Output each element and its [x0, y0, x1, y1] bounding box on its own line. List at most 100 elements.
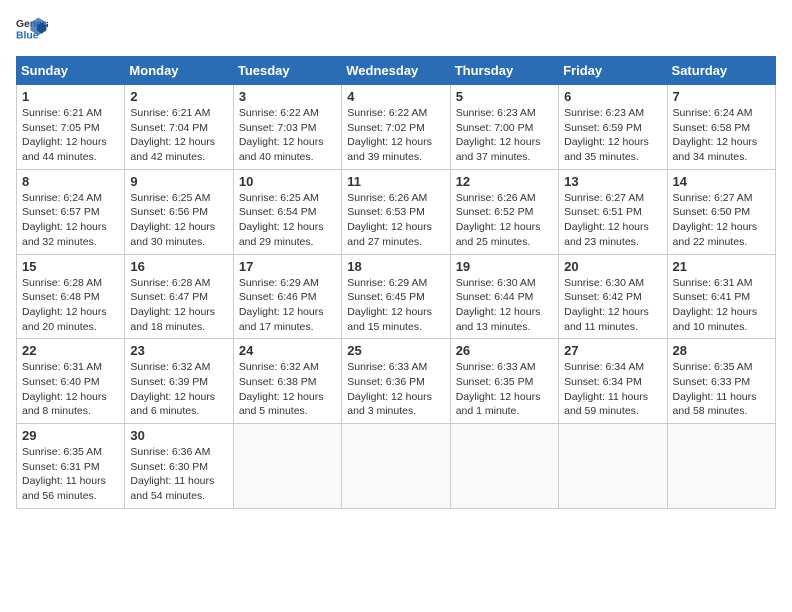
weekday-header-friday: Friday	[559, 57, 667, 85]
day-info: Sunrise: 6:32 AMSunset: 6:39 PMDaylight:…	[130, 360, 227, 419]
day-number: 29	[22, 428, 119, 443]
day-info: Sunrise: 6:29 AMSunset: 6:45 PMDaylight:…	[347, 276, 444, 335]
empty-cell	[342, 424, 450, 509]
day-number: 13	[564, 174, 661, 189]
day-number: 23	[130, 343, 227, 358]
day-cell-19: 19 Sunrise: 6:30 AMSunset: 6:44 PMDayligh…	[450, 254, 558, 339]
day-number: 6	[564, 89, 661, 104]
day-number: 11	[347, 174, 444, 189]
day-info: Sunrise: 6:34 AMSunset: 6:34 PMDaylight:…	[564, 360, 661, 419]
calendar-week-row: 1 Sunrise: 6:21 AMSunset: 7:05 PMDaylight…	[17, 85, 776, 170]
day-info: Sunrise: 6:33 AMSunset: 6:36 PMDaylight:…	[347, 360, 444, 419]
calendar-week-row: 8 Sunrise: 6:24 AMSunset: 6:57 PMDaylight…	[17, 169, 776, 254]
day-cell-11: 11Sunrise: 6:26 AMSunset: 6:53 PMDayligh…	[342, 169, 450, 254]
day-number: 25	[347, 343, 444, 358]
day-cell-21: 21 Sunrise: 6:31 AMSunset: 6:41 PMDayligh…	[667, 254, 775, 339]
day-cell-23: 23 Sunrise: 6:32 AMSunset: 6:39 PMDayligh…	[125, 339, 233, 424]
empty-cell	[450, 424, 558, 509]
day-cell-29: 29Sunrise: 6:35 AMSunset: 6:31 PMDayligh…	[17, 424, 125, 509]
day-number: 5	[456, 89, 553, 104]
day-info: Sunrise: 6:23 AMSunset: 6:59 PMDaylight:…	[564, 106, 661, 165]
day-info: Sunrise: 6:26 AMSunset: 6:52 PMDaylight:…	[456, 191, 553, 250]
day-number: 15	[22, 259, 119, 274]
day-number: 8	[22, 174, 119, 189]
day-cell-18: 18 Sunrise: 6:29 AMSunset: 6:45 PMDayligh…	[342, 254, 450, 339]
day-number: 4	[347, 89, 444, 104]
calendar-week-row: 22 Sunrise: 6:31 AMSunset: 6:40 PMDayligh…	[17, 339, 776, 424]
day-cell-1: 1 Sunrise: 6:21 AMSunset: 7:05 PMDaylight…	[17, 85, 125, 170]
day-info: Sunrise: 6:36 AMSunset: 6:30 PMDaylight:…	[130, 445, 227, 504]
weekday-header-saturday: Saturday	[667, 57, 775, 85]
logo: General Blue	[16, 16, 52, 44]
day-cell-13: 13 Sunrise: 6:27 AMSunset: 6:51 PMDayligh…	[559, 169, 667, 254]
day-number: 2	[130, 89, 227, 104]
day-cell-20: 20Sunrise: 6:30 AMSunset: 6:42 PMDayligh…	[559, 254, 667, 339]
day-number: 21	[673, 259, 770, 274]
day-number: 30	[130, 428, 227, 443]
day-cell-4: 4 Sunrise: 6:22 AMSunset: 7:02 PMDaylight…	[342, 85, 450, 170]
day-cell-28: 28 Sunrise: 6:35 AMSunset: 6:33 PMDayligh…	[667, 339, 775, 424]
day-number: 1	[22, 89, 119, 104]
day-number: 7	[673, 89, 770, 104]
day-number: 17	[239, 259, 336, 274]
day-info: Sunrise: 6:27 AMSunset: 6:51 PMDaylight:…	[564, 191, 661, 250]
day-number: 19	[456, 259, 553, 274]
day-number: 18	[347, 259, 444, 274]
calendar-table: SundayMondayTuesdayWednesdayThursdayFrid…	[16, 56, 776, 509]
calendar-header: SundayMondayTuesdayWednesdayThursdayFrid…	[17, 57, 776, 85]
weekday-header-wednesday: Wednesday	[342, 57, 450, 85]
day-cell-3: 3Sunrise: 6:22 AMSunset: 7:03 PMDaylight…	[233, 85, 341, 170]
logo-icon: General Blue	[16, 16, 48, 44]
day-info: Sunrise: 6:27 AMSunset: 6:50 PMDaylight:…	[673, 191, 770, 250]
empty-cell	[233, 424, 341, 509]
weekday-header-thursday: Thursday	[450, 57, 558, 85]
calendar-body: 1 Sunrise: 6:21 AMSunset: 7:05 PMDaylight…	[17, 85, 776, 509]
empty-cell	[559, 424, 667, 509]
day-cell-8: 8 Sunrise: 6:24 AMSunset: 6:57 PMDaylight…	[17, 169, 125, 254]
day-number: 3	[239, 89, 336, 104]
day-info: Sunrise: 6:22 AMSunset: 7:02 PMDaylight:…	[347, 106, 444, 165]
day-info: Sunrise: 6:24 AMSunset: 6:57 PMDaylight:…	[22, 191, 119, 250]
day-number: 20	[564, 259, 661, 274]
day-cell-26: 26Sunrise: 6:33 AMSunset: 6:35 PMDayligh…	[450, 339, 558, 424]
day-cell-7: 7 Sunrise: 6:24 AMSunset: 6:58 PMDaylight…	[667, 85, 775, 170]
day-number: 28	[673, 343, 770, 358]
day-info: Sunrise: 6:28 AMSunset: 6:48 PMDaylight:…	[22, 276, 119, 335]
day-cell-14: 14 Sunrise: 6:27 AMSunset: 6:50 PMDayligh…	[667, 169, 775, 254]
day-info: Sunrise: 6:31 AMSunset: 6:40 PMDaylight:…	[22, 360, 119, 419]
day-number: 22	[22, 343, 119, 358]
day-cell-25: 25 Sunrise: 6:33 AMSunset: 6:36 PMDayligh…	[342, 339, 450, 424]
day-cell-30: 30 Sunrise: 6:36 AMSunset: 6:30 PMDayligh…	[125, 424, 233, 509]
day-info: Sunrise: 6:29 AMSunset: 6:46 PMDaylight:…	[239, 276, 336, 335]
day-cell-17: 17 Sunrise: 6:29 AMSunset: 6:46 PMDayligh…	[233, 254, 341, 339]
day-info: Sunrise: 6:24 AMSunset: 6:58 PMDaylight:…	[673, 106, 770, 165]
day-info: Sunrise: 6:21 AMSunset: 7:04 PMDaylight:…	[130, 106, 227, 165]
day-number: 12	[456, 174, 553, 189]
day-number: 16	[130, 259, 227, 274]
weekday-header-monday: Monday	[125, 57, 233, 85]
calendar-week-row: 15 Sunrise: 6:28 AMSunset: 6:48 PMDayligh…	[17, 254, 776, 339]
day-info: Sunrise: 6:21 AMSunset: 7:05 PMDaylight:…	[22, 106, 119, 165]
day-cell-2: 2 Sunrise: 6:21 AMSunset: 7:04 PMDaylight…	[125, 85, 233, 170]
day-info: Sunrise: 6:25 AMSunset: 6:56 PMDaylight:…	[130, 191, 227, 250]
day-info: Sunrise: 6:25 AMSunset: 6:54 PMDaylight:…	[239, 191, 336, 250]
day-info: Sunrise: 6:23 AMSunset: 7:00 PMDaylight:…	[456, 106, 553, 165]
day-info: Sunrise: 6:30 AMSunset: 6:44 PMDaylight:…	[456, 276, 553, 335]
day-info: Sunrise: 6:28 AMSunset: 6:47 PMDaylight:…	[130, 276, 227, 335]
day-cell-6: 6 Sunrise: 6:23 AMSunset: 6:59 PMDaylight…	[559, 85, 667, 170]
day-cell-5: 5 Sunrise: 6:23 AMSunset: 7:00 PMDaylight…	[450, 85, 558, 170]
weekday-header-row: SundayMondayTuesdayWednesdayThursdayFrid…	[17, 57, 776, 85]
calendar-week-row: 29Sunrise: 6:35 AMSunset: 6:31 PMDayligh…	[17, 424, 776, 509]
day-number: 14	[673, 174, 770, 189]
day-info: Sunrise: 6:35 AMSunset: 6:33 PMDaylight:…	[673, 360, 770, 419]
day-info: Sunrise: 6:32 AMSunset: 6:38 PMDaylight:…	[239, 360, 336, 419]
day-number: 9	[130, 174, 227, 189]
day-cell-15: 15 Sunrise: 6:28 AMSunset: 6:48 PMDayligh…	[17, 254, 125, 339]
day-cell-22: 22 Sunrise: 6:31 AMSunset: 6:40 PMDayligh…	[17, 339, 125, 424]
day-cell-9: 9 Sunrise: 6:25 AMSunset: 6:56 PMDaylight…	[125, 169, 233, 254]
weekday-header-sunday: Sunday	[17, 57, 125, 85]
day-info: Sunrise: 6:31 AMSunset: 6:41 PMDaylight:…	[673, 276, 770, 335]
weekday-header-tuesday: Tuesday	[233, 57, 341, 85]
day-number: 27	[564, 343, 661, 358]
day-cell-12: 12 Sunrise: 6:26 AMSunset: 6:52 PMDayligh…	[450, 169, 558, 254]
